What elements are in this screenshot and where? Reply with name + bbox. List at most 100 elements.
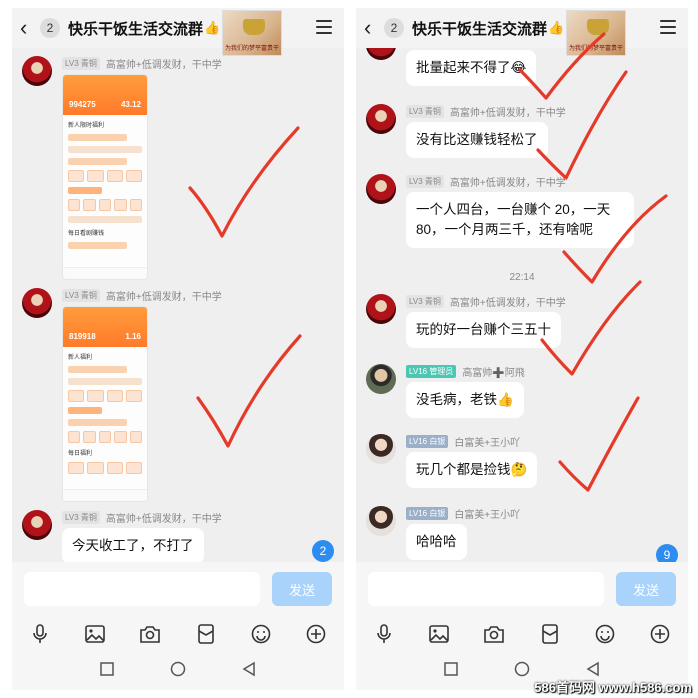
avatar[interactable] [366, 364, 396, 394]
group-title: 快乐干饭生活交流群 [412, 20, 548, 38]
home-icon[interactable] [170, 661, 186, 682]
image-message[interactable]: 994275 43.12 新人限时福利 每日看剧赚钱 [62, 74, 148, 280]
back-icon[interactable] [242, 661, 256, 682]
menu-icon[interactable] [660, 20, 676, 34]
plus-icon[interactable] [649, 623, 671, 645]
camera-icon[interactable] [139, 623, 161, 645]
emoji-icon[interactable] [594, 623, 616, 645]
message-list: 批量起来不得了😂 LV3 青铜 高富帅+低调发财，干中学 没有比这赚钱轻松了 LV… [356, 48, 688, 562]
level-badge: LV3 青铜 [62, 289, 100, 302]
cup-icon [243, 19, 265, 35]
sender-name: 高富帅+低调发财，干中学 [449, 178, 566, 189]
avatar[interactable] [22, 56, 52, 86]
sender-line: LV3 青铜 高富帅+低调发财，干中学 [406, 294, 566, 309]
shot-section-label-2: 每日福利 [68, 451, 93, 457]
camera-icon[interactable] [483, 623, 505, 645]
image-icon[interactable] [84, 623, 106, 645]
message-item: LV3 青铜 高富帅+低调发财，干中学 玩的好一台赚个三五十 [366, 294, 680, 354]
level-badge: LV3 青铜 [406, 105, 444, 118]
sender-name: 白富美+王小吖 [454, 438, 521, 449]
text-bubble[interactable]: 没有比这赚钱轻松了 [406, 122, 548, 158]
shot-amount: 994275 [69, 100, 96, 109]
level-badge: LV3 青铜 [406, 175, 444, 188]
emoji-icon[interactable] [250, 623, 272, 645]
avatar[interactable] [366, 174, 396, 204]
avatar[interactable] [366, 104, 396, 134]
chevron-left-icon[interactable]: ‹ [20, 17, 36, 39]
send-button[interactable]: 发送 [616, 572, 676, 606]
chat-header: ‹ 2 快乐干饭生活交流群 👍👍 为我们的梦平富贵干一杯 [12, 8, 344, 56]
plus-icon[interactable] [305, 623, 327, 645]
image-message[interactable]: 819918 1.16 新人福利 每日福利 [62, 306, 148, 502]
message-input[interactable] [24, 572, 260, 606]
message-item: LV3 青铜 高富帅+低调发财，干中学 今天收工了，不打了 [22, 510, 336, 562]
avatar[interactable] [366, 506, 396, 536]
red-packet-icon[interactable] [539, 623, 561, 645]
chevron-left-icon[interactable]: ‹ [364, 17, 380, 39]
level-badge: LV16 管理员 [406, 365, 457, 378]
text-bubble[interactable]: 没毛病，老铁👍 [406, 382, 524, 418]
menu-icon[interactable] [316, 20, 332, 34]
shot-section-label-2: 每日看剧赚钱 [68, 231, 105, 237]
recent-apps-icon[interactable] [444, 661, 458, 681]
text-bubble[interactable]: 哈哈哈 [406, 524, 467, 560]
timestamp: 22:14 [509, 272, 535, 283]
unread-count-badge[interactable]: 2 [312, 540, 334, 562]
message-item: LV3 青铜 高富帅+低调发财，干中学 一个人四台，一台赚个 20，一天 80，一… [366, 174, 680, 258]
avatar[interactable] [22, 510, 52, 540]
sender-line: LV3 青铜 高富帅+低调发财，干中学 [406, 104, 566, 119]
message-list: LV3 青铜 高富帅+低调发财，干中学 994275 43.12 新人限时福利 每… [12, 48, 344, 562]
message-item: LV16 管理员 高富帅➕阿飛 没毛病，老铁👍 [366, 364, 680, 424]
screenshot-composite: ‹ 2 快乐干饭生活交流群 👍👍 为我们的梦平富贵干一杯 LV3 青铜 高富帅+… [0, 0, 698, 698]
back-count-badge: 2 [40, 18, 60, 38]
sender-name: 高富帅+低调发财，干中学 [449, 108, 566, 119]
composer: 发送 [356, 562, 688, 616]
chat-header: ‹ 2 快乐干饭生活交流群 👍👍 为我们的梦平富贵干一杯 [356, 8, 688, 56]
composer-toolbar [12, 616, 344, 652]
send-button[interactable]: 发送 [272, 572, 332, 606]
sender-line: LV3 青铜 高富帅+低调发财，干中学 [62, 510, 222, 525]
level-badge: LV3 青铜 [62, 57, 100, 70]
shot-section-label: 新人限时福利 [68, 123, 105, 129]
level-badge: LV3 青铜 [406, 295, 444, 308]
sender-name: 高富帅+低调发财，干中学 [105, 514, 222, 525]
message-item: 批量起来不得了😂 [366, 48, 680, 88]
sender-line: LV16 白银 白富美+王小吖 [406, 506, 520, 521]
microphone-icon[interactable] [373, 623, 395, 645]
message-item: LV16 白银 白富美+王小吖 哈哈哈 [366, 506, 680, 562]
chat-screen-right: ‹ 2 快乐干饭生活交流群 👍👍 为我们的梦平富贵干一杯 批量起来不得了😂 LV… [356, 8, 688, 690]
shot-amount: 819918 [69, 332, 96, 341]
sender-line: LV3 青铜 高富帅+低调发财，干中学 [406, 174, 566, 189]
sender-name: 高富帅+低调发财，干中学 [105, 60, 222, 71]
microphone-icon[interactable] [29, 623, 51, 645]
avatar[interactable] [366, 48, 396, 60]
message-item: LV16 白银 白富美+王小吖 玩几个都是捡钱🤔 [366, 434, 680, 494]
unread-count-badge[interactable]: 9 [656, 544, 678, 562]
system-navigation [12, 652, 344, 690]
text-bubble[interactable]: 玩的好一台赚个三五十 [406, 312, 561, 348]
avatar[interactable] [366, 434, 396, 464]
level-badge: LV3 青铜 [62, 511, 100, 524]
level-badge: LV16 白银 [406, 435, 449, 448]
message-input[interactable] [368, 572, 604, 606]
shot-amount-secondary: 1.16 [125, 332, 141, 341]
chat-screen-left: ‹ 2 快乐干饭生活交流群 👍👍 为我们的梦平富贵干一杯 LV3 青铜 高富帅+… [12, 8, 344, 690]
home-icon[interactable] [514, 661, 530, 682]
sender-name: 高富帅+低调发财，干中学 [449, 298, 566, 309]
avatar[interactable] [366, 294, 396, 324]
sender-line: LV3 青铜 高富帅+低调发财，干中学 [62, 56, 222, 71]
composer-toolbar [356, 616, 688, 652]
recent-apps-icon[interactable] [100, 661, 114, 681]
text-bubble[interactable]: 批量起来不得了😂 [406, 50, 537, 86]
sender-line: LV3 青铜 高富帅+低调发财，干中学 [62, 288, 222, 303]
avatar[interactable] [22, 288, 52, 318]
text-bubble[interactable]: 一个人四台，一台赚个 20，一天 80，一个月两三千，还有啥呢 [406, 192, 634, 248]
message-item: LV3 青铜 高富帅+低调发财，干中学 819918 1.16 新人福利 每日福利 [22, 288, 336, 506]
sender-name: 高富帅➕阿飛 [462, 368, 525, 379]
composer: 发送 [12, 562, 344, 616]
image-icon[interactable] [428, 623, 450, 645]
text-bubble[interactable]: 今天收工了，不打了 [62, 528, 204, 562]
red-packet-icon[interactable] [195, 623, 217, 645]
text-bubble[interactable]: 玩几个都是捡钱🤔 [406, 452, 538, 488]
level-badge: LV16 白银 [406, 507, 449, 520]
